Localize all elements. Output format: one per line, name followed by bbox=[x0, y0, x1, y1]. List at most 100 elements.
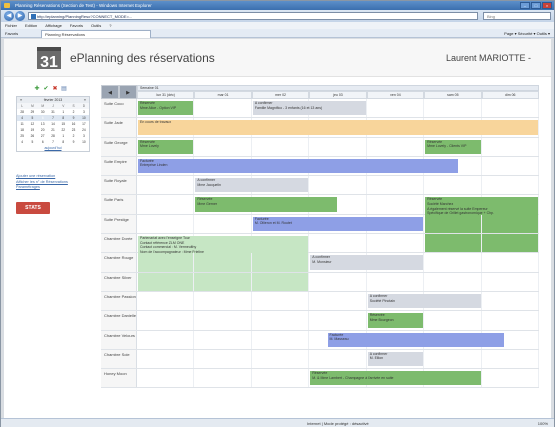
calendar-day[interactable]: 9 bbox=[68, 139, 78, 145]
booking-bar[interactable]: A confirmer Mme Jacquelin bbox=[195, 178, 309, 193]
day-cell[interactable] bbox=[194, 272, 252, 291]
day-cell[interactable] bbox=[137, 214, 195, 234]
day-cell[interactable] bbox=[194, 330, 252, 349]
booking-bar[interactable]: En cours de travaux bbox=[138, 120, 538, 135]
calendar-day[interactable]: 4 bbox=[17, 139, 27, 145]
day-cell[interactable] bbox=[482, 137, 539, 156]
day-cell[interactable] bbox=[137, 330, 195, 349]
day-cell[interactable] bbox=[309, 349, 367, 369]
maximize-button[interactable]: □ bbox=[531, 2, 541, 9]
day-cell[interactable] bbox=[137, 176, 195, 195]
day-cell[interactable] bbox=[367, 272, 425, 291]
day-cell[interactable] bbox=[482, 214, 539, 234]
day-cell[interactable] bbox=[424, 99, 482, 118]
day-cell[interactable] bbox=[137, 272, 195, 291]
print-icon[interactable]: ▤ bbox=[61, 86, 67, 92]
day-cell[interactable] bbox=[137, 311, 195, 330]
menu-tools[interactable]: Outils bbox=[91, 22, 101, 29]
booking-bar[interactable]: Réservée Mme Bourgeon bbox=[367, 313, 424, 328]
day-cell[interactable] bbox=[194, 137, 252, 156]
booking-bar[interactable]: Réservée Mme Lovely bbox=[138, 139, 194, 154]
menu-view[interactable]: Affichage bbox=[45, 22, 62, 29]
next-month-icon[interactable]: » bbox=[84, 97, 86, 103]
day-cell[interactable] bbox=[194, 311, 252, 330]
search-input[interactable]: Bing bbox=[483, 12, 551, 20]
user-menu[interactable]: Laurent MARIOTTE - bbox=[446, 53, 531, 63]
sidebar-links[interactable]: Ajouter une réservation Afficher les n° … bbox=[16, 174, 86, 191]
day-cell[interactable] bbox=[482, 349, 539, 369]
day-cell[interactable] bbox=[482, 253, 539, 272]
day-cell[interactable] bbox=[252, 311, 310, 330]
calendar-day[interactable]: 10 bbox=[79, 139, 89, 145]
day-cell[interactable] bbox=[482, 156, 539, 176]
day-cell[interactable] bbox=[367, 137, 425, 156]
booking-bar[interactable]: Facturée M. Masseau bbox=[327, 332, 504, 347]
day-cell[interactable] bbox=[137, 195, 195, 214]
day-cell[interactable] bbox=[482, 311, 539, 330]
menu-file[interactable]: Fichier bbox=[5, 22, 17, 29]
booking-bar[interactable]: A confirmer Société Pinotain bbox=[367, 293, 481, 309]
booking-bar[interactable]: Réservée M. & Mme Lambert - Champagne à l… bbox=[310, 371, 481, 386]
day-cell[interactable] bbox=[309, 272, 367, 291]
validate-icon[interactable]: ✔ bbox=[43, 86, 49, 92]
minimize-button[interactable]: – bbox=[520, 2, 530, 9]
close-button[interactable]: × bbox=[542, 2, 552, 9]
day-cell[interactable] bbox=[252, 330, 310, 349]
day-cell[interactable] bbox=[424, 253, 482, 272]
menu-edit[interactable]: Edition bbox=[25, 22, 37, 29]
day-cell[interactable] bbox=[367, 176, 425, 195]
day-cell[interactable] bbox=[424, 214, 482, 234]
booking-bar[interactable]: A confirmer Famille Magnifico - 3 enfants… bbox=[252, 101, 366, 116]
day-cell[interactable] bbox=[482, 272, 539, 291]
booking-bar[interactable]: A confirmer M. Ellion bbox=[367, 351, 424, 367]
next-week-button[interactable]: ▶ bbox=[119, 85, 137, 99]
day-cell[interactable] bbox=[252, 137, 310, 156]
day-cell[interactable] bbox=[482, 369, 539, 388]
day-cell[interactable] bbox=[137, 291, 195, 311]
menu-help[interactable]: ? bbox=[109, 22, 111, 29]
booking-bar[interactable]: Réservée Mme Alice - Option VIP bbox=[138, 101, 194, 116]
day-cell[interactable] bbox=[194, 214, 252, 234]
day-cell[interactable] bbox=[309, 176, 367, 195]
day-cell[interactable] bbox=[194, 291, 252, 311]
calendar-day[interactable]: 5 bbox=[27, 139, 37, 145]
day-cell[interactable] bbox=[482, 99, 539, 118]
day-cell[interactable] bbox=[194, 369, 252, 388]
day-cell[interactable] bbox=[424, 311, 482, 330]
day-cell[interactable] bbox=[194, 253, 252, 272]
day-cell[interactable] bbox=[252, 253, 310, 272]
day-cell[interactable] bbox=[309, 234, 367, 253]
back-icon[interactable]: ◀ bbox=[4, 11, 14, 21]
day-cell[interactable] bbox=[252, 291, 310, 311]
prev-week-button[interactable]: ◀ bbox=[101, 85, 119, 99]
day-cell[interactable] bbox=[424, 272, 482, 291]
day-cell[interactable] bbox=[137, 349, 195, 369]
day-cell[interactable] bbox=[309, 137, 367, 156]
day-cell[interactable] bbox=[482, 291, 539, 311]
booking-bar[interactable]: Réservée Mme Gerner bbox=[195, 197, 337, 212]
day-cell[interactable] bbox=[309, 311, 367, 330]
today-link[interactable]: aujourd'hui bbox=[17, 145, 89, 151]
day-cell[interactable] bbox=[424, 349, 482, 369]
day-cell[interactable] bbox=[482, 234, 539, 253]
day-cell[interactable] bbox=[137, 369, 195, 388]
day-cell[interactable] bbox=[194, 99, 252, 118]
day-cell[interactable] bbox=[194, 349, 252, 369]
stats-button[interactable]: STATS bbox=[16, 201, 50, 214]
prev-month-icon[interactable]: « bbox=[20, 97, 22, 103]
browser-tab[interactable]: Planning Réservations bbox=[41, 30, 151, 38]
day-cell[interactable] bbox=[252, 369, 310, 388]
url-field[interactable]: http://eplanning/PlanningReso?CONNECT_MO… bbox=[28, 12, 478, 20]
day-cell[interactable] bbox=[137, 253, 195, 272]
favorites-button[interactable]: Favoris bbox=[5, 29, 18, 38]
booking-bar[interactable]: A confirmer M. Monsieur bbox=[310, 255, 424, 270]
command-bar-tools[interactable]: Page ▾ Sécurité ▾ Outils ▾ bbox=[504, 29, 550, 38]
day-cell[interactable] bbox=[309, 291, 367, 311]
day-cell[interactable] bbox=[252, 349, 310, 369]
forward-icon[interactable]: ▶ bbox=[15, 11, 25, 21]
booking-bar[interactable]: Facturée Entreprise Linden bbox=[138, 158, 458, 174]
day-cell[interactable] bbox=[424, 234, 482, 253]
booking-bar[interactable]: Facturée M. Ollieron et M. Routet bbox=[252, 216, 424, 232]
day-cell[interactable] bbox=[482, 176, 539, 195]
day-cell[interactable] bbox=[424, 176, 482, 195]
